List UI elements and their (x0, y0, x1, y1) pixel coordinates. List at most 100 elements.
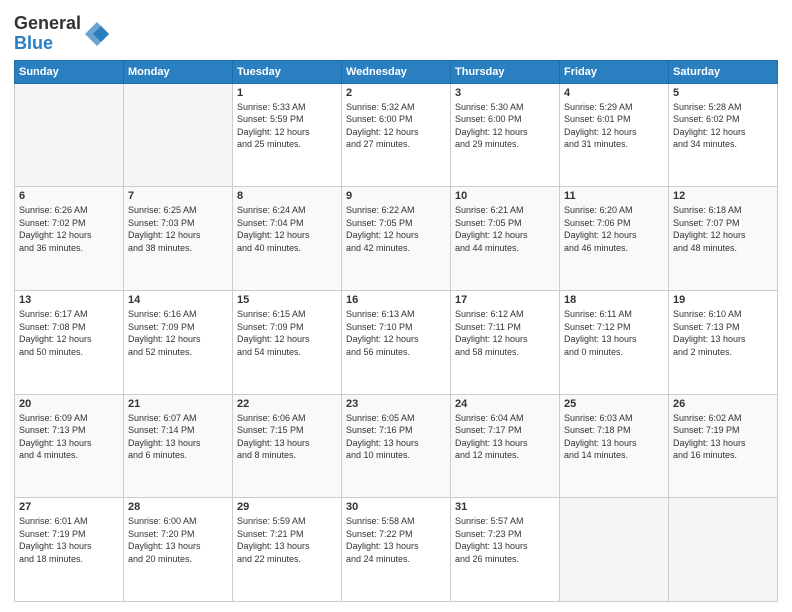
weekday-header-wednesday: Wednesday (342, 60, 451, 83)
day-number: 26 (673, 398, 773, 410)
day-number: 31 (455, 501, 555, 513)
day-number: 5 (673, 87, 773, 99)
calendar-cell: 17Sunrise: 6:12 AM Sunset: 7:11 PM Dayli… (451, 290, 560, 394)
day-info: Sunrise: 6:15 AM Sunset: 7:09 PM Dayligh… (237, 308, 337, 358)
day-number: 22 (237, 398, 337, 410)
calendar-cell (124, 83, 233, 187)
week-row-2: 13 Sunrise: 6:17 AM Sunset: 7:08 PM Dayli… (15, 290, 778, 394)
week-row-4: 27Sunrise: 6:01 AM Sunset: 7:19 PM Dayli… (15, 498, 778, 602)
weekday-header-monday: Monday (124, 60, 233, 83)
calendar-cell: 18 Sunrise: 6:11 AM Sunset: 7:12 PM Dayli… (560, 290, 669, 394)
weekday-header-thursday: Thursday (451, 60, 560, 83)
day-number: 28 (128, 501, 228, 513)
day-info: Sunrise: 6:11 AM Sunset: 7:12 PM Dayligh… (564, 308, 664, 358)
day-number: 11 (564, 190, 664, 202)
logo: GeneralBlue (14, 14, 111, 54)
day-info: Sunrise: 6:03 AM Sunset: 7:18 PM Dayligh… (564, 412, 664, 462)
week-row-3: 20 Sunrise: 6:09 AM Sunset: 7:13 PM Dayli… (15, 394, 778, 498)
calendar-cell: 8 Sunrise: 6:24 AM Sunset: 7:04 PM Daylig… (233, 187, 342, 291)
day-info: Sunrise: 6:24 AM Sunset: 7:04 PM Dayligh… (237, 204, 337, 254)
day-number: 18 (564, 294, 664, 306)
calendar-cell: 12Sunrise: 6:18 AM Sunset: 7:07 PM Dayli… (669, 187, 778, 291)
calendar-cell (15, 83, 124, 187)
header: GeneralBlue (14, 10, 778, 54)
calendar-cell: 22 Sunrise: 6:06 AM Sunset: 7:15 PM Dayli… (233, 394, 342, 498)
day-number: 10 (455, 190, 555, 202)
day-info: Sunrise: 5:29 AM Sunset: 6:01 PM Dayligh… (564, 101, 664, 151)
calendar-cell: 4 Sunrise: 5:29 AM Sunset: 6:01 PM Daylig… (560, 83, 669, 187)
day-number: 19 (673, 294, 773, 306)
day-info: Sunrise: 6:04 AM Sunset: 7:17 PM Dayligh… (455, 412, 555, 462)
day-number: 15 (237, 294, 337, 306)
day-info: Sunrise: 6:21 AM Sunset: 7:05 PM Dayligh… (455, 204, 555, 254)
day-info: Sunrise: 6:09 AM Sunset: 7:13 PM Dayligh… (19, 412, 119, 462)
week-row-1: 6 Sunrise: 6:26 AM Sunset: 7:02 PM Daylig… (15, 187, 778, 291)
calendar-cell (669, 498, 778, 602)
day-info: Sunrise: 6:10 AM Sunset: 7:13 PM Dayligh… (673, 308, 773, 358)
day-number: 24 (455, 398, 555, 410)
day-number: 12 (673, 190, 773, 202)
day-number: 7 (128, 190, 228, 202)
day-info: Sunrise: 6:02 AM Sunset: 7:19 PM Dayligh… (673, 412, 773, 462)
calendar-cell: 25 Sunrise: 6:03 AM Sunset: 7:18 PM Dayli… (560, 394, 669, 498)
calendar-cell: 21Sunrise: 6:07 AM Sunset: 7:14 PM Dayli… (124, 394, 233, 498)
day-number: 30 (346, 501, 446, 513)
day-number: 9 (346, 190, 446, 202)
calendar-cell: 27Sunrise: 6:01 AM Sunset: 7:19 PM Dayli… (15, 498, 124, 602)
day-info: Sunrise: 5:33 AM Sunset: 5:59 PM Dayligh… (237, 101, 337, 151)
day-number: 20 (19, 398, 119, 410)
calendar-cell: 2 Sunrise: 5:32 AM Sunset: 6:00 PM Daylig… (342, 83, 451, 187)
day-number: 13 (19, 294, 119, 306)
day-info: Sunrise: 6:07 AM Sunset: 7:14 PM Dayligh… (128, 412, 228, 462)
day-number: 25 (564, 398, 664, 410)
day-info: Sunrise: 5:30 AM Sunset: 6:00 PM Dayligh… (455, 101, 555, 151)
day-info: Sunrise: 6:25 AM Sunset: 7:03 PM Dayligh… (128, 204, 228, 254)
calendar-cell: 11 Sunrise: 6:20 AM Sunset: 7:06 PM Dayli… (560, 187, 669, 291)
calendar-cell: 7 Sunrise: 6:25 AM Sunset: 7:03 PM Daylig… (124, 187, 233, 291)
calendar-cell: 31 Sunrise: 5:57 AM Sunset: 7:23 PM Dayli… (451, 498, 560, 602)
day-number: 3 (455, 87, 555, 99)
calendar-cell: 3 Sunrise: 5:30 AM Sunset: 6:00 PM Daylig… (451, 83, 560, 187)
day-number: 14 (128, 294, 228, 306)
day-info: Sunrise: 6:06 AM Sunset: 7:15 PM Dayligh… (237, 412, 337, 462)
calendar-cell: 24 Sunrise: 6:04 AM Sunset: 7:17 PM Dayli… (451, 394, 560, 498)
day-number: 23 (346, 398, 446, 410)
calendar-cell: 9Sunrise: 6:22 AM Sunset: 7:05 PM Daylig… (342, 187, 451, 291)
calendar-cell: 30 Sunrise: 5:58 AM Sunset: 7:22 PM Dayli… (342, 498, 451, 602)
day-info: Sunrise: 6:26 AM Sunset: 7:02 PM Dayligh… (19, 204, 119, 254)
day-info: Sunrise: 6:13 AM Sunset: 7:10 PM Dayligh… (346, 308, 446, 358)
day-number: 8 (237, 190, 337, 202)
calendar-cell: 6 Sunrise: 6:26 AM Sunset: 7:02 PM Daylig… (15, 187, 124, 291)
calendar: SundayMondayTuesdayWednesdayThursdayFrid… (14, 60, 778, 602)
week-row-0: 1 Sunrise: 5:33 AM Sunset: 5:59 PM Daylig… (15, 83, 778, 187)
weekday-header-tuesday: Tuesday (233, 60, 342, 83)
day-number: 16 (346, 294, 446, 306)
logo-general: General (14, 13, 81, 33)
day-info: Sunrise: 6:16 AM Sunset: 7:09 PM Dayligh… (128, 308, 228, 358)
day-number: 6 (19, 190, 119, 202)
day-number: 27 (19, 501, 119, 513)
day-info: Sunrise: 6:05 AM Sunset: 7:16 PM Dayligh… (346, 412, 446, 462)
calendar-cell: 5 Sunrise: 5:28 AM Sunset: 6:02 PM Daylig… (669, 83, 778, 187)
weekday-header-sunday: Sunday (15, 60, 124, 83)
day-number: 4 (564, 87, 664, 99)
day-info: Sunrise: 6:17 AM Sunset: 7:08 PM Dayligh… (19, 308, 119, 358)
calendar-cell: 19 Sunrise: 6:10 AM Sunset: 7:13 PM Dayli… (669, 290, 778, 394)
day-info: Sunrise: 6:00 AM Sunset: 7:20 PM Dayligh… (128, 515, 228, 565)
day-info: Sunrise: 5:28 AM Sunset: 6:02 PM Dayligh… (673, 101, 773, 151)
weekday-header-saturday: Saturday (669, 60, 778, 83)
day-info: Sunrise: 6:20 AM Sunset: 7:06 PM Dayligh… (564, 204, 664, 254)
day-info: Sunrise: 5:58 AM Sunset: 7:22 PM Dayligh… (346, 515, 446, 565)
calendar-cell: 20 Sunrise: 6:09 AM Sunset: 7:13 PM Dayli… (15, 394, 124, 498)
calendar-cell (560, 498, 669, 602)
day-number: 29 (237, 501, 337, 513)
calendar-cell: 1 Sunrise: 5:33 AM Sunset: 5:59 PM Daylig… (233, 83, 342, 187)
calendar-cell: 28 Sunrise: 6:00 AM Sunset: 7:20 PM Dayli… (124, 498, 233, 602)
page: GeneralBlue SundayMondayTuesdayWednesday… (0, 0, 792, 612)
day-info: Sunrise: 5:57 AM Sunset: 7:23 PM Dayligh… (455, 515, 555, 565)
calendar-cell: 29Sunrise: 5:59 AM Sunset: 7:21 PM Dayli… (233, 498, 342, 602)
day-number: 2 (346, 87, 446, 99)
day-info: Sunrise: 5:32 AM Sunset: 6:00 PM Dayligh… (346, 101, 446, 151)
day-number: 1 (237, 87, 337, 99)
calendar-cell: 14 Sunrise: 6:16 AM Sunset: 7:09 PM Dayli… (124, 290, 233, 394)
